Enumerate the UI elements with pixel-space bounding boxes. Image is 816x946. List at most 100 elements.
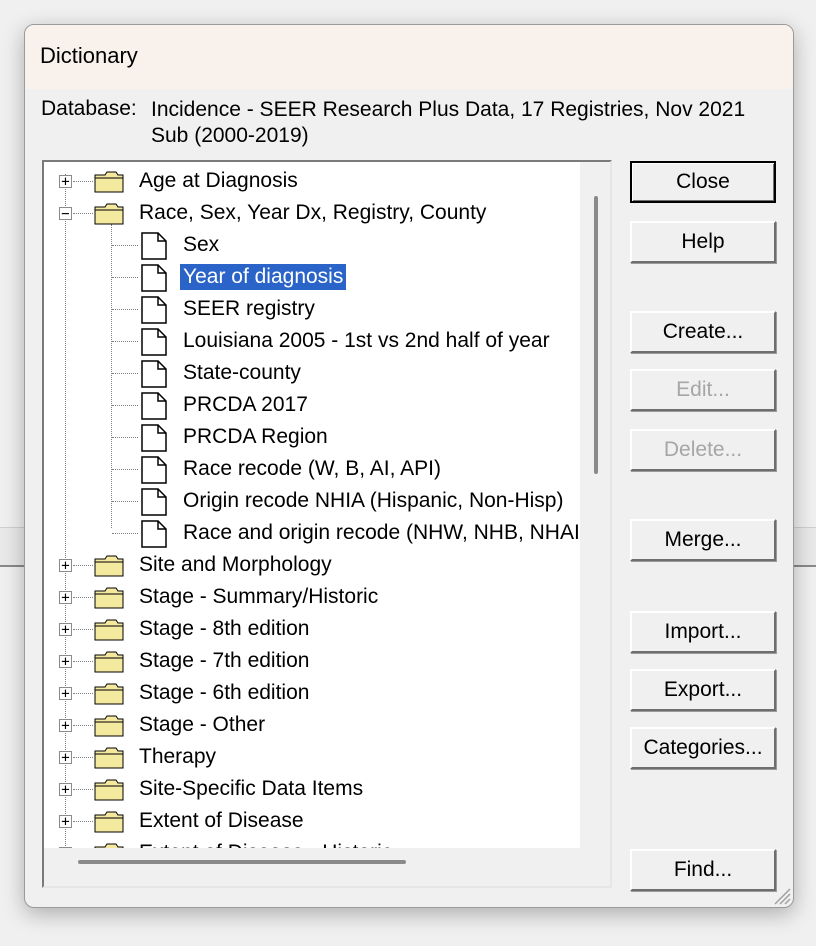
tree-folder-row[interactable]: + Stage - 6th edition xyxy=(44,678,581,710)
tree-item-row[interactable]: Sex xyxy=(44,230,581,262)
delete-button[interactable]: Delete... xyxy=(630,429,776,471)
tree-item-label: Race and origin recode (NHW, NHB, NHAIAN… xyxy=(183,521,581,544)
tree-item-row[interactable]: Race recode (W, B, AI, API) xyxy=(44,454,581,486)
tree-folder-row[interactable]: +Extent of Disease - Historic xyxy=(44,838,581,848)
tree-item-label: PRCDA 2017 xyxy=(183,393,308,416)
categories-button[interactable]: Categories... xyxy=(630,727,776,769)
tree-item-row[interactable]: Louisiana 2005 - 1st vs 2nd half of year xyxy=(44,326,581,358)
edit-button[interactable]: Edit... xyxy=(630,369,776,411)
vertical-scrollbar[interactable] xyxy=(580,162,610,848)
plus-box-icon[interactable]: + xyxy=(59,591,72,605)
tree-branch-line xyxy=(112,309,138,310)
database-label: Database: xyxy=(41,97,137,120)
tree-branch-line xyxy=(73,789,93,790)
background-divider-left xyxy=(0,565,24,567)
folder-icon xyxy=(94,555,124,577)
tree-branch-line xyxy=(73,661,93,662)
plus-box-icon[interactable]: + xyxy=(59,623,72,637)
tree-item-row[interactable]: PRCDA 2017 xyxy=(44,390,581,422)
tree-item-label: Louisiana 2005 - 1st vs 2nd half of year xyxy=(183,329,550,352)
tree-branch-line xyxy=(73,629,93,630)
tree-item-label: Race recode (W, B, AI, API) xyxy=(183,457,441,480)
document-icon xyxy=(141,520,167,548)
plus-box-icon[interactable]: + xyxy=(59,687,72,701)
tree-item-label: SEER registry xyxy=(183,297,315,320)
tree-folder-row[interactable]: + Stage - 8th edition xyxy=(44,614,581,646)
tree-branch-line xyxy=(112,437,138,438)
tree-branch-line xyxy=(112,469,138,470)
folder-icon xyxy=(94,779,124,801)
tree-branch-line xyxy=(112,373,138,374)
tree-folder-row[interactable]: + Age at Diagnosis xyxy=(44,166,581,198)
tree-item-row[interactable]: SEER registry xyxy=(44,294,581,326)
tree-folder-row[interactable]: + Extent of Disease xyxy=(44,806,581,838)
tree-item-label: Sex xyxy=(183,233,220,256)
tree-branch-line xyxy=(112,501,138,502)
tree-item-label: Origin recode NHIA (Hispanic, Non-Hisp) xyxy=(183,489,564,512)
horizontal-scrollbar[interactable] xyxy=(44,848,610,886)
tree-branch-line xyxy=(73,565,93,566)
tree-branch-line xyxy=(73,693,93,694)
close-button[interactable]: Close xyxy=(630,161,776,203)
find-button[interactable]: Find... xyxy=(630,849,776,891)
document-icon xyxy=(141,232,167,260)
tree-folder-row[interactable]: + Stage - Other xyxy=(44,710,581,742)
tree-branch-line xyxy=(112,533,138,534)
plus-box-icon[interactable]: + xyxy=(59,655,72,669)
tree-folder-label: Stage - Other xyxy=(139,713,266,736)
tree-branch-line xyxy=(73,181,93,182)
folder-icon xyxy=(94,619,124,641)
tree-folder-label: Extent of Disease - Historic xyxy=(136,840,395,848)
tree-folder-label: Race, Sex, Year Dx, Registry, County xyxy=(139,201,487,224)
tree-item-row[interactable]: Race and origin recode (NHW, NHB, NHAIAN… xyxy=(44,518,581,550)
export-button[interactable]: Export... xyxy=(630,669,776,711)
dictionary-tree[interactable]: + Age at Diagnosis − Race, Sex, Year Dx, Re… xyxy=(42,160,612,888)
minus-box-icon[interactable]: − xyxy=(59,207,72,221)
tree-folder-row[interactable]: − Race, Sex, Year Dx, Registry, County xyxy=(44,198,581,230)
create-button[interactable]: Create... xyxy=(630,311,776,353)
tree-folder-label: Stage - 7th edition xyxy=(139,649,310,672)
document-icon xyxy=(141,424,167,452)
tree-item-row[interactable]: PRCDA Region xyxy=(44,422,581,454)
import-button[interactable]: Import... xyxy=(630,611,776,653)
tree-branch-line xyxy=(73,725,93,726)
tree-folder-row[interactable]: + Stage - 7th edition xyxy=(44,646,581,678)
tree-branch-line xyxy=(73,821,93,822)
background-panel-right xyxy=(792,527,816,566)
database-value: Incidence - SEER Research Plus Data, 17 … xyxy=(151,98,746,147)
tree-item-row[interactable]: Year of diagnosis xyxy=(44,262,581,294)
tree-branch-line xyxy=(112,405,138,406)
tree-item-row[interactable]: State-county xyxy=(44,358,581,390)
background-divider-right xyxy=(792,565,816,567)
plus-box-icon[interactable]: + xyxy=(59,719,72,733)
document-icon xyxy=(141,360,167,388)
title-bar[interactable]: Dictionary xyxy=(25,25,793,89)
tree-branch-line xyxy=(112,277,138,278)
plus-box-icon[interactable]: + xyxy=(59,175,72,189)
tree-branch-line xyxy=(112,341,138,342)
tree-folder-row[interactable]: + Therapy xyxy=(44,742,581,774)
tree-folder-row[interactable]: + Stage - Summary/Historic xyxy=(44,582,581,614)
plus-box-icon[interactable]: + xyxy=(59,815,72,829)
tree-folder-label: Site-Specific Data Items xyxy=(139,777,364,800)
dictionary-dialog: Dictionary Database: Incidence - SEER Re… xyxy=(24,24,794,908)
tree-folder-label: Stage - Summary/Historic xyxy=(139,585,379,608)
resize-grip-icon[interactable] xyxy=(769,883,791,905)
tree-folder-row[interactable]: + Site and Morphology xyxy=(44,550,581,582)
document-icon xyxy=(141,456,167,484)
horizontal-scroll-thumb[interactable] xyxy=(78,860,406,864)
merge-button[interactable]: Merge... xyxy=(630,519,776,561)
plus-box-icon[interactable]: + xyxy=(59,783,72,797)
vertical-scroll-thumb[interactable] xyxy=(594,196,598,474)
tree-branch-line xyxy=(73,213,93,214)
tree-item-row[interactable]: Origin recode NHIA (Hispanic, Non-Hisp) xyxy=(44,486,581,518)
tree-folder-row[interactable]: + Site-Specific Data Items xyxy=(44,774,581,806)
folder-icon xyxy=(94,747,124,769)
plus-box-icon[interactable]: + xyxy=(59,559,72,573)
folder-icon xyxy=(94,203,124,225)
tree-folder-label: Age at Diagnosis xyxy=(139,169,298,192)
help-button[interactable]: Help xyxy=(630,221,776,263)
background-panel-left xyxy=(0,527,24,566)
tree-item-label: State-county xyxy=(183,361,301,384)
plus-box-icon[interactable]: + xyxy=(59,751,72,765)
